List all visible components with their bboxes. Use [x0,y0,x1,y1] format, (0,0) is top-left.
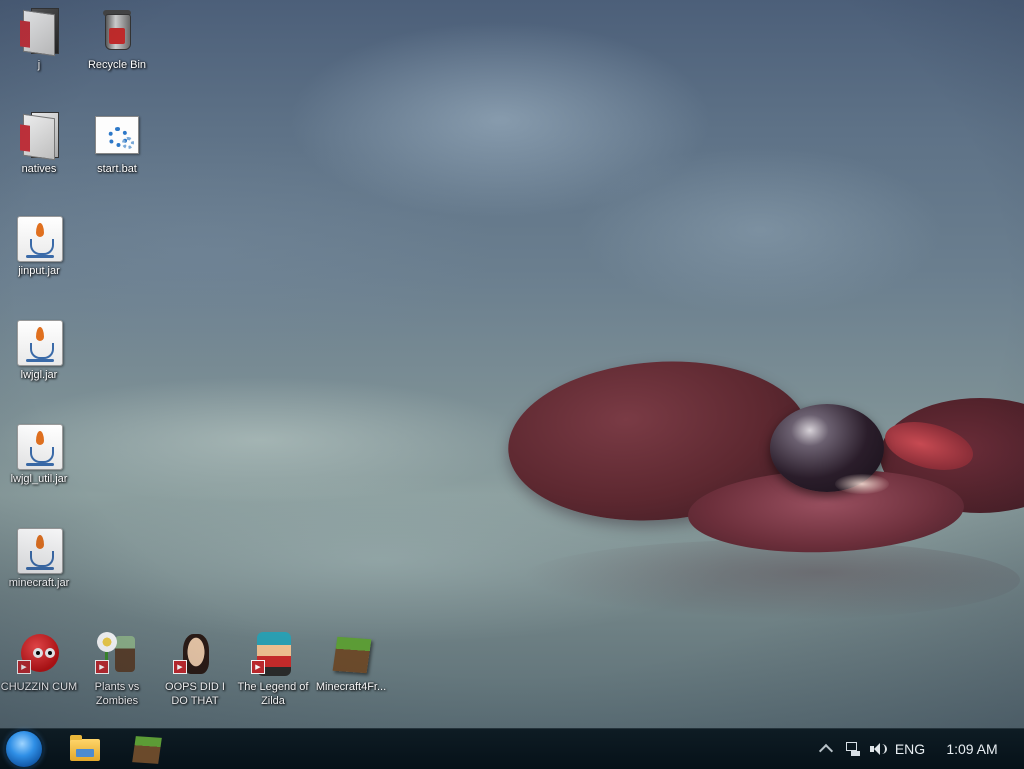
folder-icon [15,112,63,161]
show-hidden-icons-icon[interactable] [818,743,834,759]
desktop-icon-label: CHUZZIN CUM [0,681,78,693]
desktop-wallpaper: j Recycle Bin natives start.bat jinput.j… [0,0,1024,728]
game-shortcut-badge-icon: ▶ [17,660,31,674]
wallpaper-petal [686,465,966,557]
volume-icon[interactable] [870,742,887,756]
desktop-icon-recycle-bin[interactable]: Recycle Bin [78,8,156,72]
game-shortcut-badge-icon: ▶ [95,660,109,674]
java-jar-icon [15,526,63,574]
file-explorer-icon [70,735,100,761]
desktop-icon-label: minecraft.jar [8,577,70,589]
desktop-icon-label: OOPS DID I DO THAT [165,681,225,707]
wallpaper-petal [880,398,1024,513]
plants-vs-zombies-icon: ▶ [93,630,141,678]
minecraft-icon [327,630,375,678]
desktop-icon-label: lwjgl.jar [20,369,58,381]
taskbar-clock[interactable]: 1:09 AM [936,729,1008,769]
desktop-icon-oops-did-i-do-that[interactable]: ▶ OOPS DID I DO THAT [156,630,234,708]
desktop-icon-minecraft4fr[interactable]: Minecraft4Fr... [312,630,390,694]
java-jar-icon [15,318,63,366]
desktop-icon-legend-of-zilda[interactable]: ▶ The Legend of Zilda [234,630,312,708]
wallpaper-reflection [520,540,1020,620]
game-shortcut-badge-icon: ▶ [173,660,187,674]
network-icon[interactable] [846,742,860,756]
desktop-icon-jinput-jar[interactable]: jinput.jar [0,214,78,278]
pixel-hero-icon: ▶ [249,630,297,678]
desktop-icon-chuzzin-cum[interactable]: ▶ CHUZZIN CUM [0,630,78,694]
desktop-icon-label: natives [21,163,57,175]
java-jar-icon [15,214,63,262]
wallpaper-petal [880,413,978,479]
recycle-bin-icon [93,8,141,56]
desktop-icon-j[interactable]: j [0,8,78,72]
wallpaper-drop-highlight [835,474,889,494]
wallpaper-petal [502,351,814,531]
input-language-indicator[interactable]: ENG [890,729,930,769]
desktop-icon-label: Plants vs Zombies [94,681,140,707]
desktop-icon-natives[interactable]: natives [0,112,78,176]
start-orb-icon[interactable] [6,731,42,767]
game-shortcut-badge-icon: ▶ [251,660,265,674]
taskbar: ENG 1:09 AM [0,728,1024,769]
desktop-icon-label: j [37,59,41,71]
desktop-icon-lwjgl-util-jar[interactable]: lwjgl_util.jar [0,422,78,486]
desktop-icon-label: The Legend of Zilda [237,681,309,707]
desktop-icon-label: lwjgl_util.jar [10,473,68,485]
chuzzle-game-icon: ▶ [15,630,63,678]
desktop-icon-label: Recycle Bin [87,59,147,71]
batch-file-icon [93,112,141,160]
desktop-icon-label: Minecraft4Fr... [315,681,387,693]
desktop-icon-lwjgl-jar[interactable]: lwjgl.jar [0,318,78,382]
wallpaper-water-drop [770,404,884,492]
taskbar-file-explorer-button[interactable] [60,731,108,767]
desktop-icon-label: jinput.jar [18,265,60,277]
portrait-game-icon: ▶ [171,630,219,678]
folder-icon [15,8,63,57]
desktop-icon-start-bat[interactable]: start.bat [78,112,156,176]
desktop-icon-label: start.bat [97,163,137,175]
java-jar-icon [15,422,63,470]
taskbar-minecraft-button[interactable] [122,731,170,767]
minecraft-icon [132,736,162,764]
desktop-icon-minecraft-jar[interactable]: minecraft.jar [0,526,78,590]
desktop-icon-plants-vs-zombies[interactable]: ▶ Plants vs Zombies [78,630,156,708]
